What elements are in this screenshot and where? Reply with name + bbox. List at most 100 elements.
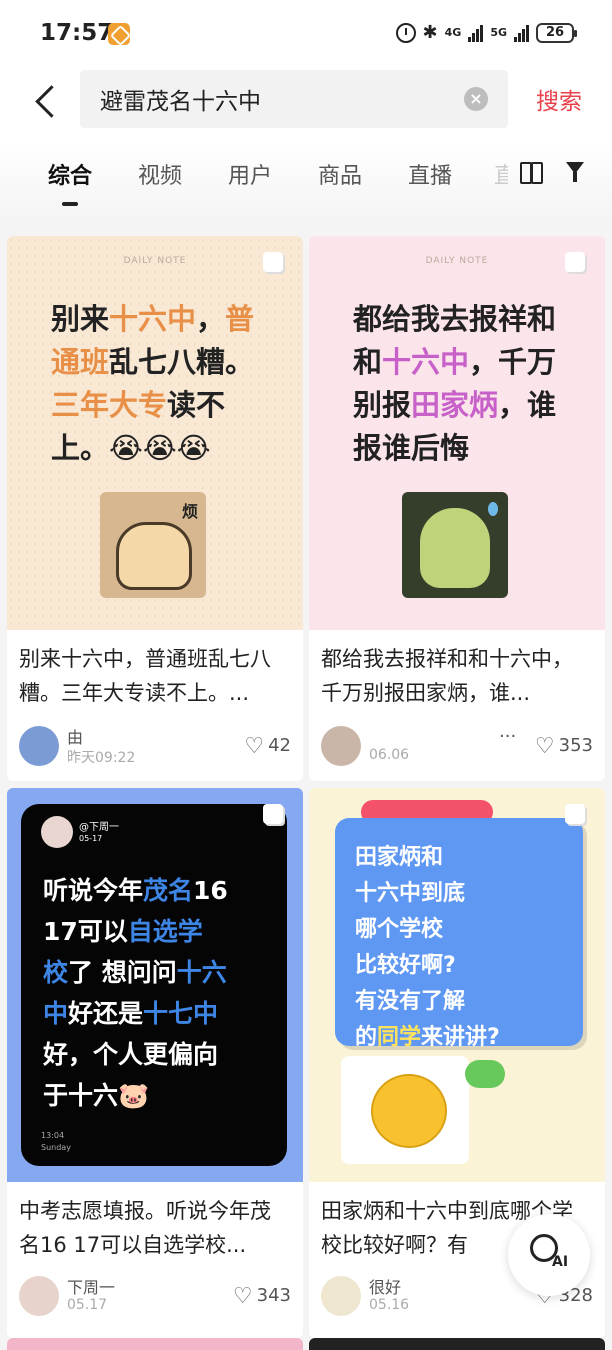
- sticker-label: 烦: [181, 502, 198, 521]
- alarm-icon: [395, 22, 416, 43]
- note-cover[interactable]: DAILY NOTE 别来十六中，普 通班乱七八糟。 三年大专读不 上。😭😭😭 烦: [7, 236, 303, 630]
- phone-footer-time: 13:04: [41, 1131, 65, 1140]
- search-button[interactable]: 搜索: [536, 82, 582, 116]
- network-label-5g: 5G: [490, 26, 507, 39]
- daily-note-badge: DAILY NOTE: [123, 256, 187, 266]
- like-count: 353: [558, 735, 593, 756]
- search-box[interactable]: ×: [80, 70, 508, 128]
- cover-text-segment: 读不: [167, 388, 226, 422]
- cover-line: 报谁后悔: [353, 427, 583, 470]
- tab-live[interactable]: 直播: [408, 158, 452, 190]
- cat-sticker-image: 烦: [100, 492, 206, 598]
- cover-line: 17可以自选学: [43, 911, 273, 952]
- next-note-card[interactable]: [7, 1338, 303, 1350]
- like-button[interactable]: ♡ 42: [244, 734, 291, 759]
- avatar[interactable]: [19, 1276, 59, 1316]
- cover-text-segment: 和: [353, 345, 383, 379]
- like-count: 42: [268, 735, 291, 756]
- phone-footer: 13:04 Sunday: [41, 1130, 71, 1154]
- cover-text-segment: 通班: [51, 345, 110, 379]
- note-cover[interactable]: @下周一 05-17 听说今年茂名16 17可以自选学 校了 想问问十六 中好还是十…: [7, 788, 303, 1182]
- ai-assistant-button[interactable]: AI: [508, 1214, 590, 1296]
- cover-line: 田家炳和: [355, 840, 579, 876]
- author-name[interactable]: 很好: [369, 1274, 401, 1298]
- author-name[interactable]: 由: [67, 724, 83, 748]
- like-button[interactable]: ♡ 343: [233, 1284, 291, 1309]
- author-name[interactable]: 下周一: [67, 1274, 115, 1298]
- search-input[interactable]: [100, 70, 460, 128]
- post-date: 06.06: [369, 747, 410, 763]
- status-bar: 17:57 ✱ 4G 5G 26: [0, 0, 612, 70]
- cover-text-segment: 比较好啊?: [355, 953, 456, 978]
- next-note-card[interactable]: [309, 1338, 605, 1350]
- cover-text: 别来十六中，普 通班乱七八糟。 三年大专读不 上。😭😭😭: [51, 298, 281, 470]
- avatar[interactable]: [321, 726, 361, 766]
- avatar: [41, 816, 73, 848]
- note-title[interactable]: 都给我去报祥和和十六中，千万别报田家炳，谁...: [321, 642, 591, 710]
- select-checkbox[interactable]: [263, 804, 283, 824]
- cover-text-segment: ，谁: [498, 388, 557, 422]
- cover-text-segment: 自选学: [127, 917, 203, 946]
- cover-text-segment: 来讲讲?: [421, 1025, 500, 1050]
- tab-comprehensive[interactable]: 综合: [48, 158, 92, 190]
- cover-text-segment: 别来: [51, 302, 110, 336]
- post-date: 05.16: [369, 1297, 410, 1313]
- app-notification-icon: [108, 23, 130, 45]
- tab-overflow[interactable]: 直: [494, 158, 508, 190]
- tab-video[interactable]: 视频: [138, 158, 182, 190]
- tab-products[interactable]: 商品: [318, 158, 362, 190]
- note-cover[interactable]: DAILY NOTE 都给我去报祥和和十六中，千万别报田家炳，谁 报谁后悔: [309, 236, 605, 630]
- like-button[interactable]: ♡ 353: [535, 734, 593, 759]
- cover-text-segment: 好，个人更偏向: [43, 1040, 219, 1069]
- cover-text-segment: 校: [43, 958, 69, 987]
- layout-toggle-icon[interactable]: [520, 162, 543, 184]
- note-author: 下周一 05.17 ♡ 343: [19, 1276, 291, 1316]
- cover-text-segment: 十七中: [143, 999, 219, 1028]
- cover-text-segment: 听说今年: [43, 876, 144, 905]
- note-title[interactable]: 中考志愿填报。听说今年茂名16 17可以自选学校...: [19, 1194, 289, 1262]
- phone-footer-day: Sunday: [41, 1143, 71, 1152]
- note-card[interactable]: DAILY NOTE 别来十六中，普 通班乱七八糟。 三年大专读不 上。😭😭😭 烦 别…: [7, 236, 303, 781]
- cover-line: 好，个人更偏向: [43, 1034, 273, 1075]
- cover-line: 和十六中，千万: [353, 341, 583, 384]
- clear-icon[interactable]: ×: [464, 87, 488, 111]
- cover-text-segment: 16: [193, 876, 228, 905]
- cover-line: 上。😭😭😭: [51, 427, 281, 470]
- cover-text-segment: 17可以: [43, 917, 128, 946]
- cover-text-segment: 田家炳和: [355, 845, 444, 870]
- status-time: 17:57: [40, 20, 114, 46]
- note-card[interactable]: DAILY NOTE 都给我去报祥和和十六中，千万别报田家炳，谁 报谁后悔 都给我…: [309, 236, 605, 781]
- cover-line: 都给我去报祥和: [353, 298, 583, 341]
- back-icon[interactable]: [28, 80, 64, 120]
- cover-text-segment: 的: [355, 1025, 378, 1050]
- phone-username: @下周一: [79, 822, 119, 833]
- cover-text-segment: 报谁后悔: [353, 431, 470, 465]
- note-card[interactable]: @下周一 05-17 听说今年茂名16 17可以自选学 校了 想问问十六 中好还是十…: [7, 788, 303, 1338]
- chat-bubble-icon: [465, 1060, 505, 1088]
- note-cover[interactable]: 田家炳和 十六中到底 哪个学校 比较好啊? 有没有了解 的同学来讲讲?: [309, 788, 605, 1182]
- network-label-4g: 4G: [444, 26, 462, 39]
- more-options-icon[interactable]: ···: [499, 726, 516, 747]
- avatar[interactable]: [19, 726, 59, 766]
- daily-note-badge: DAILY NOTE: [425, 256, 489, 266]
- note-title[interactable]: 别来十六中，普通班乱七八糟。三年大专读不上。...: [19, 642, 289, 710]
- tab-users[interactable]: 用户: [228, 158, 272, 190]
- select-checkbox[interactable]: [565, 804, 585, 824]
- cover-text-segment: 茂名: [143, 876, 194, 905]
- cover-text-segment: 田家炳: [411, 388, 499, 422]
- heart-icon: ♡: [534, 734, 555, 759]
- select-checkbox[interactable]: [565, 252, 585, 272]
- cover-text-segment: 都给我去报祥和: [353, 302, 557, 336]
- select-checkbox[interactable]: [263, 252, 283, 272]
- question-note-image: 田家炳和 十六中到底 哪个学校 比较好啊? 有没有了解 的同学来讲讲?: [335, 818, 583, 1050]
- phone-screenshot: @下周一 05-17 听说今年茂名16 17可以自选学 校了 想问问十六 中好还是十…: [21, 804, 287, 1166]
- cover-text-segment: 哪个学校: [355, 917, 444, 942]
- cover-text-segment: 三年大专: [51, 388, 168, 422]
- filter-icon[interactable]: [566, 162, 590, 184]
- cover-line: 的同学来讲讲?: [355, 1020, 579, 1056]
- cover-text-segment: 别报: [353, 388, 412, 422]
- cover-line: 别来十六中，普: [51, 298, 281, 341]
- avatar[interactable]: [321, 1276, 361, 1316]
- cover-text-segment: 中: [43, 999, 69, 1028]
- status-icons: ✱ 4G 5G 26: [395, 22, 577, 43]
